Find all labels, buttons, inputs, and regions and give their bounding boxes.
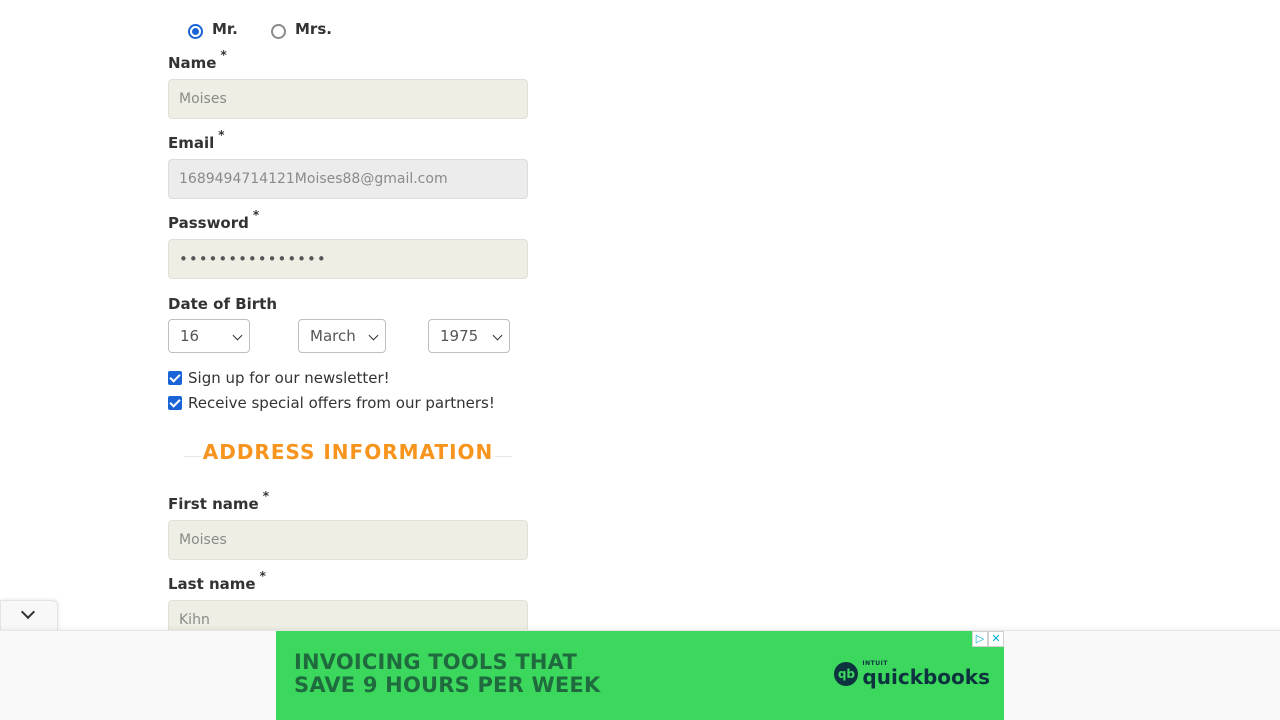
email-input-value: 1689494714121Moises88@gmail.com	[179, 171, 448, 187]
dob-year-value: 1975	[440, 327, 479, 345]
name-input-value: Moises	[179, 91, 227, 107]
first-name-input-value: Moises	[179, 532, 227, 548]
chevron-down-icon	[20, 604, 36, 620]
password-label: Password *	[168, 208, 259, 232]
adchoices-icon[interactable]: ▷	[972, 631, 988, 647]
name-input[interactable]: Moises	[168, 79, 528, 119]
title-mrs-radio[interactable]	[271, 24, 286, 39]
last-name-input-value: Kihn	[179, 612, 210, 628]
quickbooks-logo-text: INTUIT quickbooks	[862, 661, 990, 689]
ad-headline: INVOICING TOOLS THAT SAVE 9 HOURS PER WE…	[294, 651, 714, 697]
newsletter-option[interactable]: Sign up for our newsletter!	[168, 369, 390, 387]
required-mark: *	[262, 489, 269, 503]
last-name-label: Last name *	[168, 569, 266, 593]
first-name-label: First name *	[168, 489, 269, 513]
ad-banner[interactable]: INVOICING TOOLS THAT SAVE 9 HOURS PER WE…	[276, 631, 1004, 720]
dob-month-select[interactable]: March	[298, 319, 386, 353]
chevron-down-icon	[232, 330, 243, 341]
newsletter-checkbox[interactable]	[168, 371, 182, 385]
name-label-text: Name	[168, 54, 217, 72]
dob-label: Date of Birth	[168, 295, 278, 313]
address-section-title-text: ADDRESS INFORMATION	[200, 440, 496, 464]
ad-bar: INVOICING TOOLS THAT SAVE 9 HOURS PER WE…	[0, 630, 1280, 720]
required-mark: *	[218, 128, 225, 142]
chevron-down-icon	[492, 330, 503, 341]
dob-year-select[interactable]: 1975	[428, 319, 510, 353]
first-name-input[interactable]: Moises	[168, 520, 528, 560]
required-mark: *	[259, 569, 266, 583]
email-label: Email *	[168, 128, 225, 152]
last-name-label-text: Last name	[168, 575, 256, 593]
email-input: 1689494714121Moises88@gmail.com	[168, 159, 528, 199]
password-input-value: •••••••••••••••	[179, 250, 327, 268]
special-offers-checkbox[interactable]	[168, 396, 182, 410]
ad-headline-line1: INVOICING TOOLS THAT	[294, 650, 577, 674]
password-label-text: Password	[168, 214, 249, 232]
ad-collapse-button[interactable]	[0, 600, 58, 630]
dob-day-select[interactable]: 16	[168, 319, 250, 353]
name-label: Name *	[168, 48, 227, 72]
quickbooks-logo-icon: qb	[834, 662, 859, 686]
ad-controls: ▷ ✕	[972, 631, 1004, 647]
close-icon[interactable]: ✕	[988, 631, 1004, 647]
required-mark: *	[220, 48, 227, 62]
chevron-down-icon	[368, 330, 379, 341]
special-offers-option[interactable]: Receive special offers from our partners…	[168, 394, 495, 412]
title-mr-radio[interactable]	[188, 24, 203, 39]
title-mr-option[interactable]: Mr.	[188, 18, 238, 39]
first-name-label-text: First name	[168, 495, 259, 513]
title-mr-label: Mr.	[212, 19, 238, 38]
title-mrs-option[interactable]: Mrs.	[271, 18, 332, 39]
logo-big-text: quickbooks	[862, 665, 990, 689]
email-label-text: Email	[168, 134, 215, 152]
title-mrs-label: Mrs.	[295, 19, 332, 38]
quickbooks-logo: qb INTUIT quickbooks	[834, 661, 990, 687]
required-mark: *	[252, 208, 260, 222]
address-section-title: ADDRESS INFORMATION	[168, 440, 528, 470]
special-offers-label: Receive special offers from our partners…	[188, 394, 495, 412]
dob-day-value: 16	[180, 327, 200, 345]
dob-month-value: March	[310, 327, 356, 345]
password-input[interactable]: •••••••••••••••	[168, 239, 528, 279]
newsletter-label: Sign up for our newsletter!	[188, 369, 390, 387]
ad-headline-line2: SAVE 9 HOURS PER WEEK	[294, 673, 601, 697]
